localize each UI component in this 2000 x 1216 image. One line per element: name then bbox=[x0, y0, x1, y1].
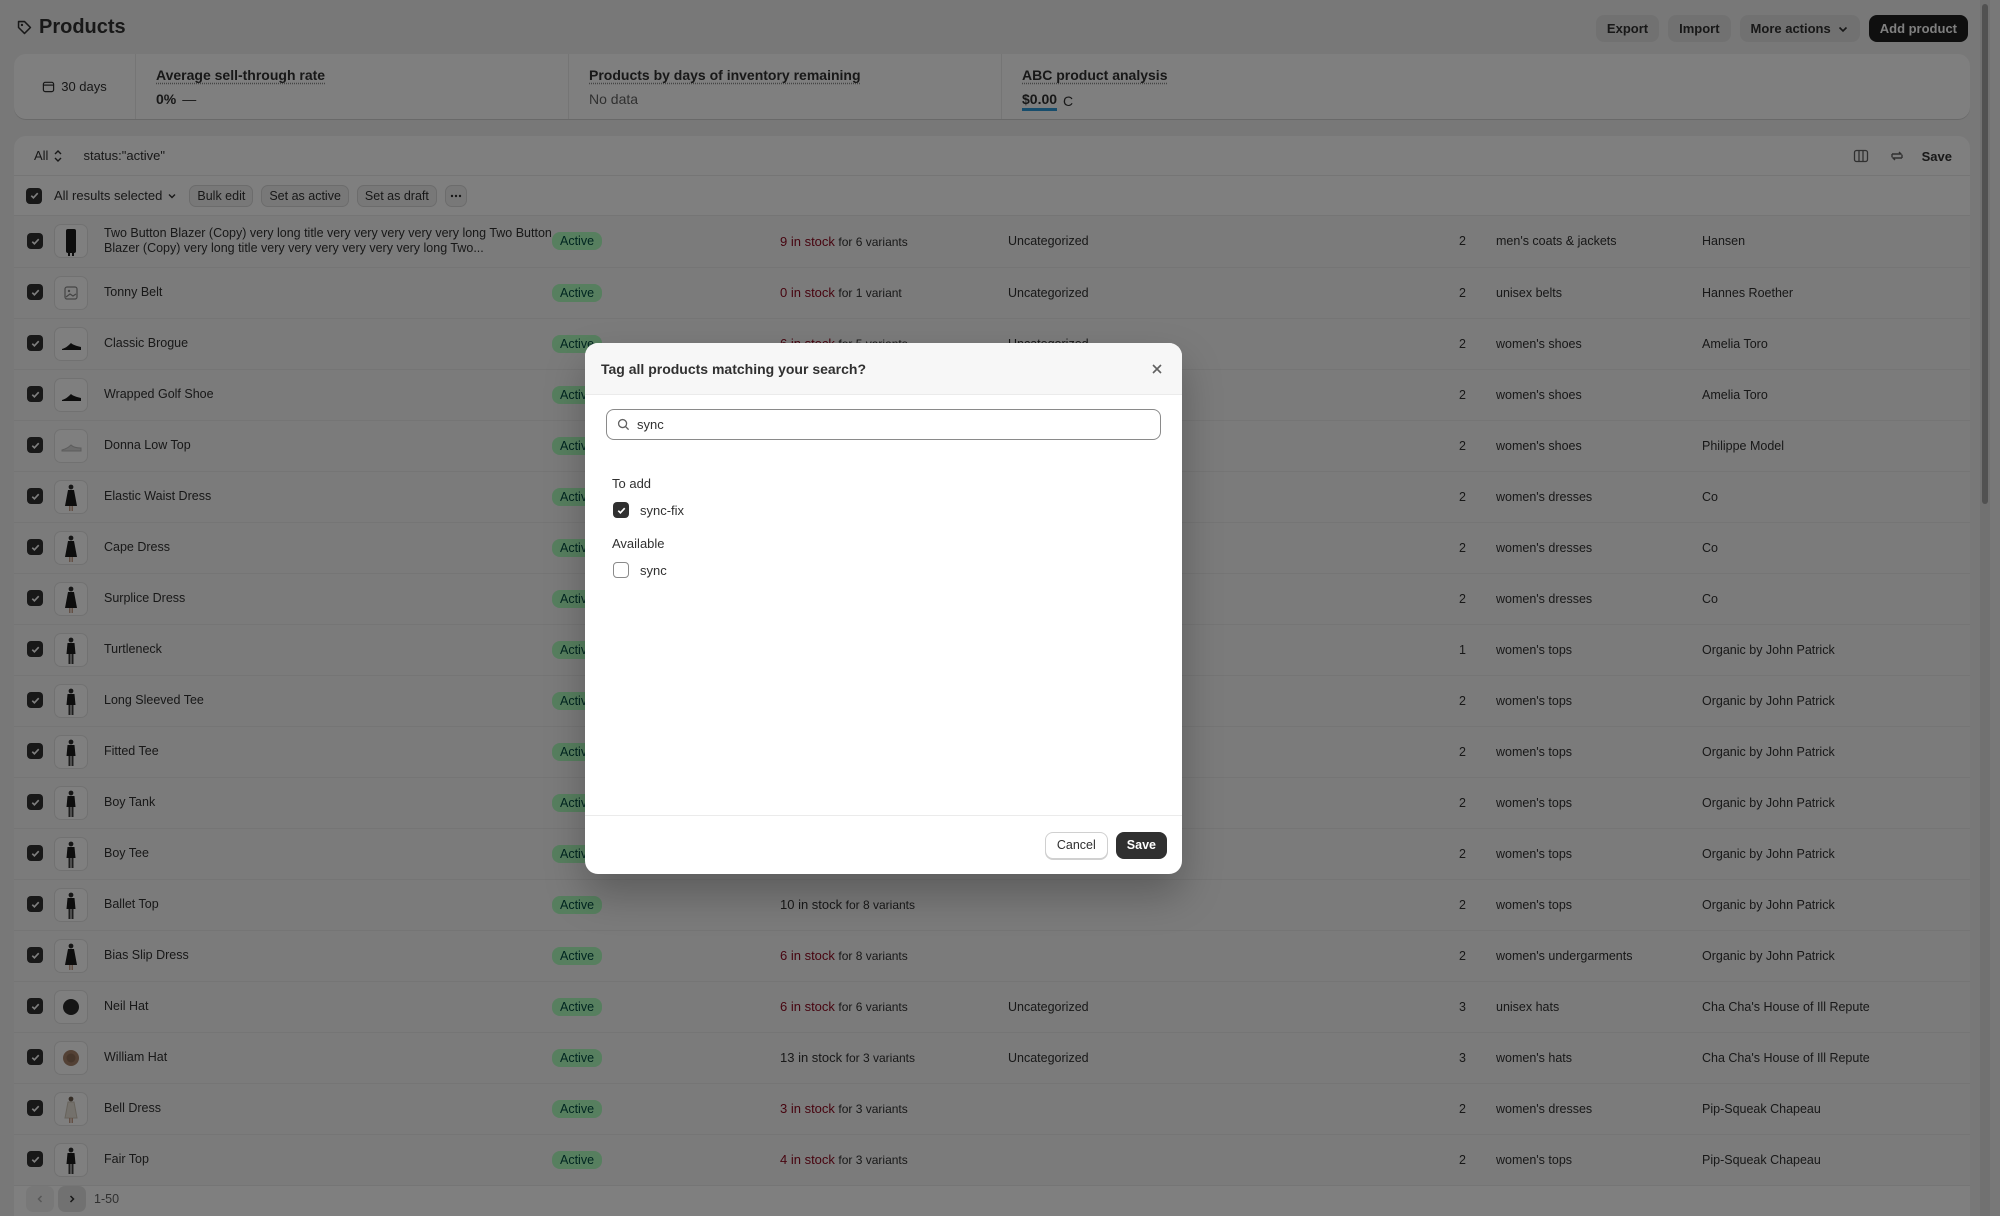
available-heading: Available bbox=[612, 536, 665, 551]
tag-checkbox-unchecked[interactable] bbox=[613, 562, 629, 578]
close-icon[interactable] bbox=[1146, 358, 1168, 380]
tag-option-label: sync-fix bbox=[640, 502, 685, 518]
tag-option-label: sync bbox=[640, 562, 667, 578]
tag-search-input[interactable] bbox=[637, 417, 1150, 432]
tag-option-to-add[interactable]: sync-fix bbox=[613, 502, 1161, 518]
search-icon bbox=[617, 418, 630, 431]
to-add-heading: To add bbox=[612, 476, 652, 491]
tag-search-field[interactable] bbox=[606, 409, 1161, 440]
modal-footer: Cancel Save bbox=[585, 815, 1182, 874]
modal-title: Tag all products matching your search? bbox=[601, 360, 867, 377]
cancel-button[interactable]: Cancel bbox=[1044, 831, 1108, 859]
tag-option-available[interactable]: sync bbox=[613, 562, 1161, 578]
tag-checkbox-checked[interactable] bbox=[613, 502, 629, 518]
tag-products-modal: Tag all products matching your search? T… bbox=[585, 343, 1182, 874]
modal-body: To add sync-fix Available sync bbox=[585, 395, 1182, 815]
save-button[interactable]: Save bbox=[1115, 831, 1167, 859]
modal-backdrop[interactable]: Tag all products matching your search? T… bbox=[0, 0, 2000, 1216]
modal-header: Tag all products matching your search? bbox=[585, 343, 1182, 395]
